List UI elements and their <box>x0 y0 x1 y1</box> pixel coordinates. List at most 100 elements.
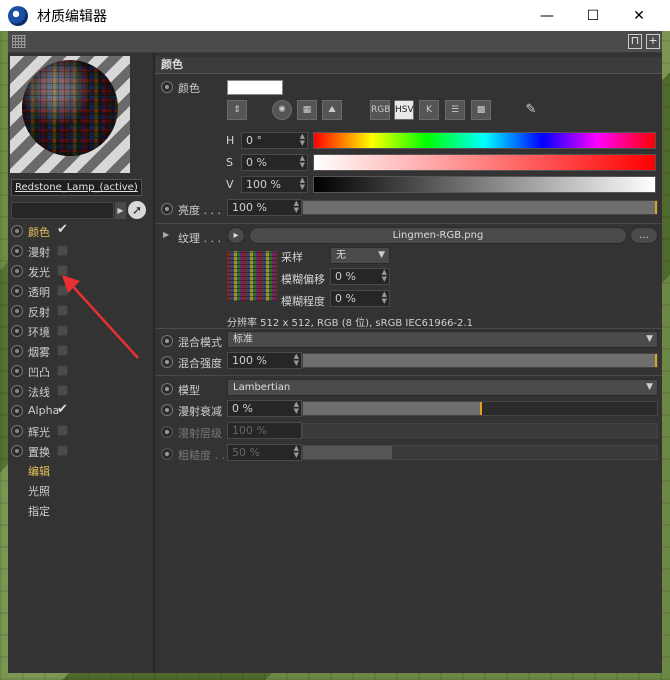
brightness-input[interactable]: 100 % ▲ ▼ <box>227 199 302 216</box>
diffuse-falloff-input[interactable]: 0 % ▲ ▼ <box>227 400 302 417</box>
material-name-field[interactable]: Redstone_Lamp_(active) <box>11 179 142 196</box>
channel-anim-radio[interactable] <box>11 445 23 457</box>
image-picker-icon[interactable]: ⛰ <box>322 100 342 120</box>
channel-panel: Redstone_Lamp_(active) ▶ ➚ 颜色 ✔ 漫射 发光 透明 反射 环境… <box>8 53 153 673</box>
sampling-label: 采样 <box>281 251 303 264</box>
channel-anim-radio[interactable] <box>11 385 23 397</box>
maximize-button[interactable]: ☐ <box>570 0 616 31</box>
diffuse-falloff-slider[interactable] <box>302 401 658 416</box>
material-preview[interactable] <box>10 56 130 173</box>
texture-thumbnail[interactable] <box>227 251 277 301</box>
title-bar: 材质编辑器 — ☐ ✕ <box>0 0 670 31</box>
channel-label: 发光 <box>28 266 50 279</box>
roughness-slider <box>302 445 658 460</box>
grip-icon[interactable] <box>12 35 26 48</box>
material-editor: Redstone_Lamp_(active) ▶ ➚ 颜色 ✔ 漫射 发光 透明 反射 环境… <box>8 53 662 673</box>
channel-anim-radio[interactable] <box>11 225 23 237</box>
channel-anim-radio[interactable] <box>11 325 23 337</box>
spectrum-icon[interactable]: ▦ <box>297 100 317 120</box>
blur-scale-input[interactable]: 0 % ▲ ▼ <box>330 290 390 307</box>
channel-item[interactable]: 置换 <box>11 441 151 461</box>
channel-anim-radio[interactable] <box>11 305 23 317</box>
mix-strength-label: 混合强度 <box>178 357 222 370</box>
window-title: 材质编辑器 <box>37 8 107 25</box>
properties-panel: 颜色 颜色 ⇕ ✺ ▦ ⛰ RGB HSV K ☰ ▩ ✎ H 0 ° ▲ ▼ S … <box>155 53 662 673</box>
kelvin-mode-button[interactable]: K <box>419 100 439 120</box>
model-dropdown[interactable]: Lambertian ▼ <box>227 379 658 396</box>
mix-strength-slider[interactable] <box>302 353 658 368</box>
channel-anim-radio[interactable] <box>11 405 23 417</box>
minimize-button[interactable]: — <box>524 0 570 31</box>
channel-label: 凹凸 <box>28 366 50 379</box>
mix-strength-anim-radio[interactable] <box>161 356 173 368</box>
channel-label: 透明 <box>28 286 50 299</box>
channel-check-icon[interactable]: ✔ <box>57 222 68 237</box>
hue-gradient[interactable] <box>313 132 656 149</box>
channel-checkbox[interactable] <box>57 365 68 376</box>
mix-strength-input[interactable]: 100 % ▲ ▼ <box>227 352 302 369</box>
channel-label: 反射 <box>28 306 50 319</box>
texture-file-button[interactable]: Lingmen-RGB.png <box>249 227 627 244</box>
channel-label: 漫射 <box>28 246 50 259</box>
model-anim-radio[interactable] <box>161 383 173 395</box>
sublink-edit[interactable]: 编辑 <box>28 463 50 479</box>
texture-more-button[interactable]: ... <box>630 227 658 244</box>
saturation-gradient[interactable] <box>313 154 656 171</box>
swatches-icon[interactable]: ▩ <box>471 100 491 120</box>
channel-anim-radio[interactable] <box>11 245 23 257</box>
lock-icon[interactable]: ⊓ <box>628 34 642 49</box>
channel-label: 烟雾 <box>28 346 50 359</box>
filter-arrow-button[interactable]: ▶ <box>115 202 126 219</box>
channel-item[interactable]: 颜色 ✔ <box>11 221 151 241</box>
mixer-icon[interactable]: ☰ <box>445 100 465 120</box>
channel-anim-radio[interactable] <box>11 265 23 277</box>
diffuse-level-label: 漫射层级 <box>178 427 222 440</box>
channel-anim-radio[interactable] <box>11 345 23 357</box>
h-input[interactable]: 0 ° ▲ ▼ <box>241 132 308 149</box>
v-input[interactable]: 100 % ▲ ▼ <box>241 176 308 193</box>
new-panel-icon[interactable]: + <box>646 34 660 49</box>
s-input[interactable]: 0 % ▲ ▼ <box>241 154 308 171</box>
value-gradient[interactable] <box>313 176 656 193</box>
roughness-label: 粗糙度 . . <box>178 449 225 462</box>
eyedropper-icon[interactable]: ✎ <box>521 100 541 120</box>
brightness-anim-radio[interactable] <box>161 203 173 215</box>
close-button[interactable]: ✕ <box>616 0 662 31</box>
channel-item[interactable]: 漫射 <box>11 241 151 261</box>
channel-item[interactable]: 辉光 <box>11 421 151 441</box>
annotation-arrow <box>62 275 139 359</box>
color-anim-radio[interactable] <box>161 81 173 93</box>
channel-checkbox[interactable] <box>57 245 68 256</box>
channel-anim-radio[interactable] <box>11 425 23 437</box>
channel-checkbox[interactable] <box>57 385 68 396</box>
diffuse-falloff-label: 漫射衰减 <box>178 405 222 418</box>
diffuse-level-anim-radio <box>161 426 173 438</box>
diffuse-falloff-anim-radio[interactable] <box>161 404 173 416</box>
color-swatch[interactable] <box>227 80 283 95</box>
channel-check-icon[interactable]: ✔ <box>57 402 68 417</box>
channel-anim-radio[interactable] <box>11 285 23 297</box>
channel-item[interactable]: 凹凸 <box>11 361 151 381</box>
channel-item[interactable]: Alpha ✔ <box>11 401 151 421</box>
section-title: 颜色 <box>155 57 662 74</box>
brightness-slider[interactable] <box>302 200 658 215</box>
channel-checkbox[interactable] <box>57 445 68 456</box>
blur-offset-input[interactable]: 0 % ▲ ▼ <box>330 268 390 285</box>
mix-mode-dropdown[interactable]: 标准 ▼ <box>227 331 658 348</box>
channel-item[interactable]: 法线 <box>11 381 151 401</box>
color-label: 颜色 <box>178 82 200 95</box>
texture-menu-button[interactable]: ▸ <box>227 227 245 244</box>
expand-arrow-icon[interactable]: ▶ <box>163 230 169 239</box>
channel-anim-radio[interactable] <box>11 365 23 377</box>
color-wheel-icon[interactable]: ✺ <box>272 100 292 120</box>
mix-mode-anim-radio[interactable] <box>161 335 173 347</box>
sublink-illumination[interactable]: 光照 <box>28 483 50 499</box>
color-chooser-icon[interactable]: ⇕ <box>227 100 247 120</box>
sublink-assign[interactable]: 指定 <box>28 503 50 519</box>
rgb-mode-button[interactable]: RGB <box>370 100 390 120</box>
hsv-mode-button[interactable]: HSV <box>394 100 414 120</box>
channel-filter-input[interactable] <box>11 202 114 219</box>
sampling-dropdown[interactable]: 无 ▼ <box>330 247 390 264</box>
pick-cursor-icon[interactable]: ➚ <box>128 201 146 219</box>
channel-checkbox[interactable] <box>57 425 68 436</box>
